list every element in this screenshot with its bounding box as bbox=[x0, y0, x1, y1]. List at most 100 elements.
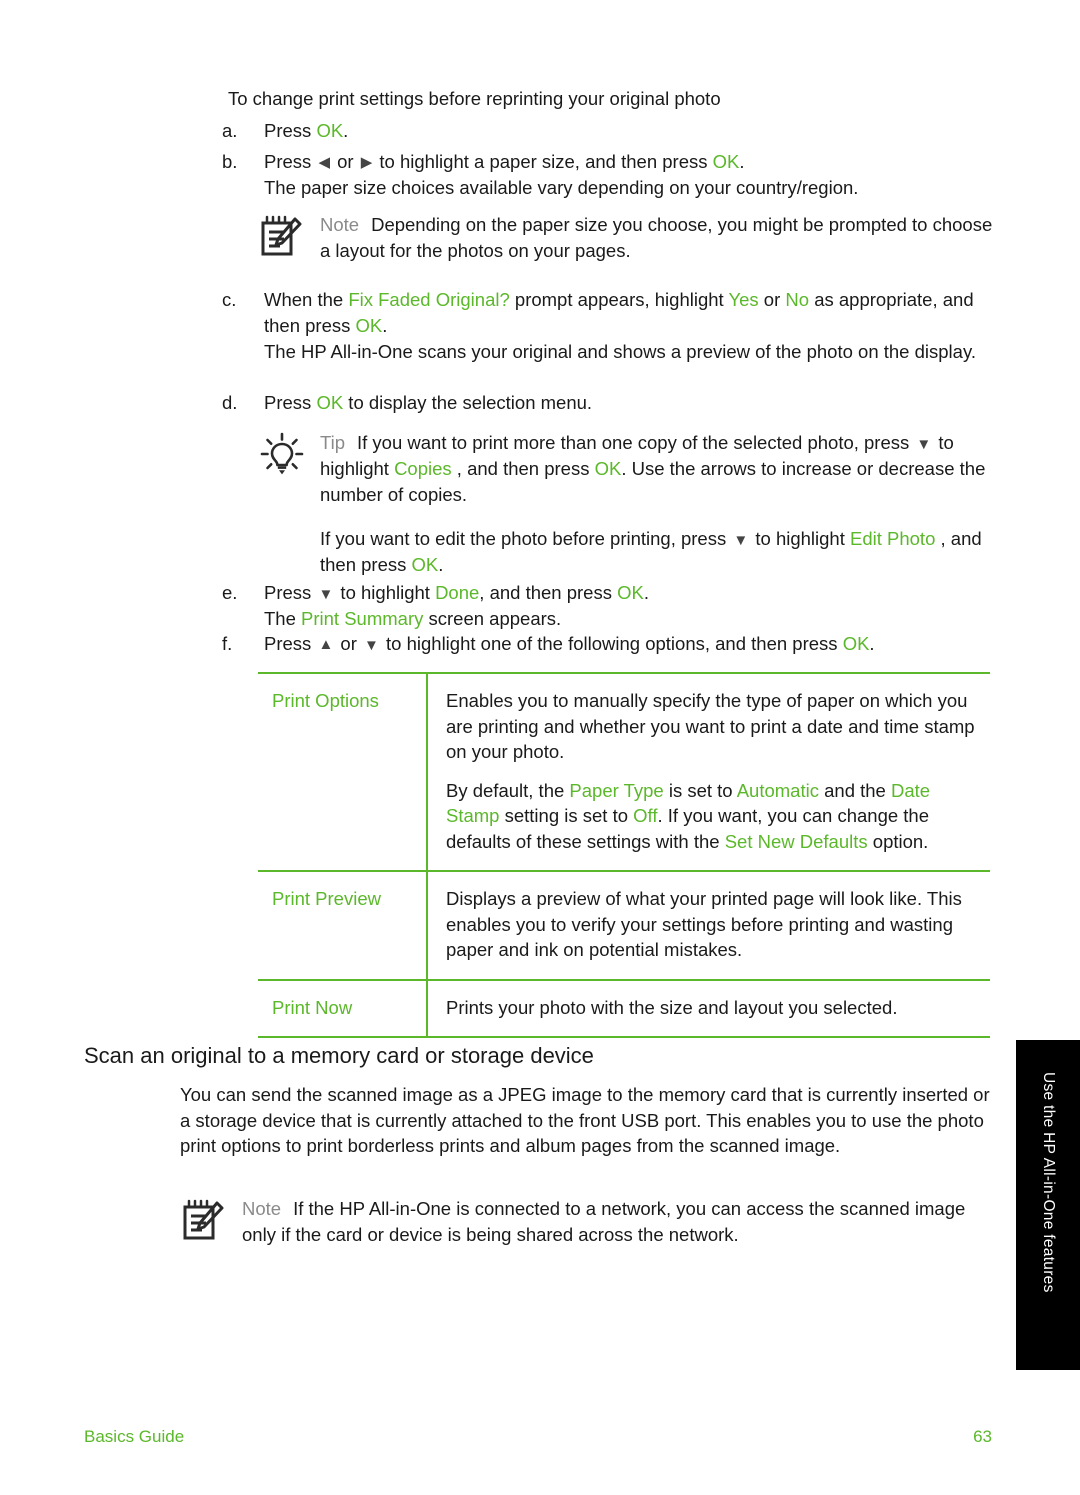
option-text: Enables you to manually specify the type… bbox=[446, 690, 975, 762]
table-row: Print Options Enables you to manually spe… bbox=[258, 674, 990, 872]
step-c-subtext: The HP All-in-One scans your original an… bbox=[264, 341, 976, 362]
option-text: Displays a preview of what your printed … bbox=[446, 888, 962, 960]
step-c-no: No bbox=[785, 289, 810, 310]
footer-page-number: 63 bbox=[973, 1427, 992, 1446]
note-paper-size-body: Note Depending on the paper size you choo… bbox=[320, 212, 1003, 264]
tip-copies-p2: If you want to edit the photo before pri… bbox=[320, 526, 1003, 578]
option-term: Paper Type bbox=[569, 779, 664, 801]
table-row: Print Now Prints your photo with the size… bbox=[258, 980, 990, 1036]
step-f-text: Press ▲ or ▼ to highlight one of the fol… bbox=[264, 631, 1012, 657]
table-row: Print Preview Displays a preview of what … bbox=[258, 872, 990, 981]
option-paragraph: Displays a preview of what your printed … bbox=[446, 886, 980, 963]
section-paragraph: You can send the scanned image as a JPEG… bbox=[180, 1084, 990, 1156]
note-paper-size: Note Depending on the paper size you choo… bbox=[258, 212, 1003, 265]
option-paragraph: By default, the Paper Type is set to Aut… bbox=[446, 778, 980, 855]
note-network: Note If the HP All-in-One is connected to… bbox=[180, 1196, 1000, 1249]
note-network-text: If the HP All-in-One is connected to a n… bbox=[242, 1198, 966, 1245]
step-b-pre: Press bbox=[264, 151, 317, 172]
step-b-text: Press ◀ or ▶ to highlight a paper size, … bbox=[264, 149, 1012, 175]
step-d: d. Press OK to display the selection men… bbox=[222, 390, 1012, 416]
down-arrow-icon-4: ▼ bbox=[364, 637, 379, 654]
down-arrow-icon-2: ▼ bbox=[733, 532, 749, 549]
note-network-label: Note bbox=[242, 1198, 282, 1219]
step-d-marker: d. bbox=[222, 392, 238, 413]
side-tab: Use the HP All-in-One features bbox=[1016, 1040, 1080, 1370]
step-b: b. Press ◀ or ▶ to highlight a paper siz… bbox=[222, 149, 1012, 201]
step-f: f. Press ▲ or ▼ to highlight one of the … bbox=[222, 631, 1012, 657]
tip-p1-pre: If you want to print more than one copy … bbox=[357, 432, 915, 453]
tip-p1-term: Copies bbox=[394, 458, 452, 479]
step-c: c. When the Fix Faded Original? prompt a… bbox=[222, 287, 1012, 365]
down-arrow-icon-3: ▼ bbox=[318, 586, 334, 603]
option-term: Automatic bbox=[736, 779, 819, 801]
lightbulb-icon bbox=[258, 430, 320, 485]
step-e-marker: e. bbox=[222, 582, 238, 603]
option-term: Set New Defaults bbox=[724, 830, 868, 852]
option-description: Displays a preview of what your printed … bbox=[428, 872, 990, 979]
option-term: Off bbox=[633, 805, 658, 826]
footer-guide-name: Basics Guide bbox=[84, 1427, 185, 1446]
option-name: Print Options bbox=[258, 674, 428, 870]
option-text: setting is set to bbox=[499, 805, 634, 826]
option-text: and the bbox=[818, 779, 891, 801]
step-b-marker: b. bbox=[222, 151, 238, 172]
step-c-key: OK bbox=[355, 315, 383, 336]
step-f-marker: f. bbox=[222, 633, 233, 654]
document-page: To change print settings before reprinti… bbox=[0, 0, 1080, 1495]
option-description: Enables you to manually specify the type… bbox=[428, 674, 990, 870]
step-d-key: OK bbox=[316, 392, 344, 413]
step-a-post: . bbox=[343, 120, 349, 141]
tip-p2-key: OK bbox=[411, 554, 439, 575]
step-e-subtext: The Print Summary screen appears. bbox=[264, 606, 1012, 632]
option-text: Prints your photo with the size and layo… bbox=[446, 996, 898, 1018]
step-e-done: Done bbox=[435, 582, 480, 603]
tip-p2-mid: to highlight bbox=[750, 528, 850, 549]
up-arrow-icon: ▲ bbox=[318, 636, 334, 653]
note-pad-pencil-icon-2 bbox=[180, 1196, 242, 1249]
step-f-key: OK bbox=[842, 633, 870, 654]
step-b-mid2: to highlight a paper size, and then pres… bbox=[374, 151, 713, 172]
step-d-text: Press OK to display the selection menu. bbox=[264, 390, 1012, 416]
left-arrow-icon: ◀ bbox=[318, 154, 330, 171]
option-text: By default, the bbox=[446, 779, 570, 801]
step-e-sub-term: Print Summary bbox=[301, 608, 424, 629]
tip-p1-key: OK bbox=[594, 458, 622, 479]
step-e: e. Press ▼ to highlight Done, and then p… bbox=[222, 580, 1012, 632]
tip-copies-body: Tip If you want to print more than one co… bbox=[320, 430, 1003, 578]
step-d-pre: Press bbox=[264, 392, 317, 413]
step-a-key: OK bbox=[316, 120, 344, 141]
option-text: option. bbox=[867, 830, 929, 852]
step-a: a. Press OK. bbox=[222, 118, 1012, 144]
intro-paragraph: To change print settings before reprinti… bbox=[228, 86, 1008, 112]
step-c-marker: c. bbox=[222, 289, 237, 310]
note-paper-size-text: Depending on the paper size you choose, … bbox=[320, 214, 993, 261]
step-b-mid: or bbox=[331, 151, 359, 172]
step-f-end: . bbox=[869, 633, 875, 654]
tip-p1-mid2: , and then press bbox=[451, 458, 595, 479]
step-a-marker: a. bbox=[222, 120, 238, 141]
step-e-pre: Press bbox=[264, 582, 317, 603]
step-f-mid2: to highlight one of the following option… bbox=[380, 633, 843, 654]
step-e-text: Press ▼ to highlight Done, and then pres… bbox=[264, 580, 1012, 606]
step-c-prompt: Fix Faded Original? bbox=[348, 289, 510, 310]
section-heading: Scan an original to a memory card or sto… bbox=[84, 1043, 594, 1068]
tip-label: Tip bbox=[320, 432, 346, 453]
step-e-end: . bbox=[643, 582, 649, 603]
step-c-yes: Yes bbox=[728, 289, 759, 310]
option-paragraph: Prints your photo with the size and layo… bbox=[446, 995, 980, 1021]
option-paragraph: Enables you to manually specify the type… bbox=[446, 688, 980, 765]
step-b-post: . bbox=[739, 151, 745, 172]
tip-p2-pre: If you want to edit the photo before pri… bbox=[320, 528, 732, 549]
note-network-body: Note If the HP All-in-One is connected to… bbox=[242, 1196, 1000, 1248]
print-options-table: Print Options Enables you to manually spe… bbox=[258, 672, 990, 1038]
step-a-pre: Press bbox=[264, 120, 317, 141]
side-tab-label: Use the HP All-in-One features bbox=[1040, 1072, 1057, 1293]
note-pad-pencil-icon bbox=[258, 212, 320, 265]
step-c-pre: When the bbox=[264, 289, 349, 310]
step-c-text: When the Fix Faded Original? prompt appe… bbox=[264, 287, 1012, 339]
step-e-sub-post: screen appears. bbox=[423, 608, 562, 629]
step-d-post: to display the selection menu. bbox=[343, 392, 593, 413]
step-a-text: Press OK. bbox=[264, 118, 1012, 144]
intro-text: To change print settings before reprinti… bbox=[228, 88, 721, 109]
step-c-end: . bbox=[382, 315, 388, 336]
